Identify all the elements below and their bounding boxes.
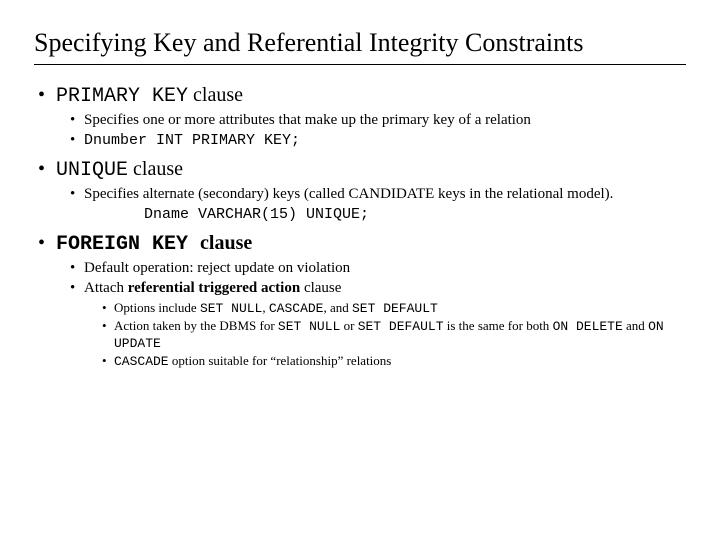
- sublist: Default operation: reject update on viol…: [70, 259, 686, 371]
- slide-title: Specifying Key and Referential Integrity…: [34, 28, 686, 58]
- text: Action taken by the DBMS for: [114, 318, 278, 333]
- text: clause: [188, 84, 243, 106]
- bullet-primary-key: PRIMARY KEY clause Specifies one or more…: [38, 83, 686, 151]
- text: clause: [200, 232, 252, 254]
- sub-item: Attach referential triggered action clau…: [70, 279, 686, 371]
- sublist: Specifies alternate (secondary) keys (ca…: [70, 185, 686, 226]
- text: is the same for both: [444, 318, 553, 333]
- subsub-item: Options include SET NULL, CASCADE, and S…: [102, 300, 686, 317]
- text: and: [623, 318, 648, 333]
- title-rule: [34, 64, 686, 65]
- code-foreign-key: FOREIGN KEY: [56, 233, 200, 256]
- text: Attach: [84, 280, 128, 296]
- subsub-item: CASCADE option suitable for “relationshi…: [102, 353, 686, 370]
- sub-item: Dnumber INT PRIMARY KEY;: [70, 131, 686, 151]
- code: CASCADE: [269, 301, 324, 316]
- code: SET NULL: [200, 301, 262, 316]
- bullet-list: PRIMARY KEY clause Specifies one or more…: [38, 83, 686, 371]
- text: clause: [128, 158, 183, 180]
- example-line: Dname VARCHAR(15) UNIQUE;: [144, 205, 686, 225]
- sub-item: Specifies one or more attributes that ma…: [70, 111, 686, 130]
- code-example: Dnumber INT PRIMARY KEY;: [84, 132, 300, 149]
- code-primary-key: PRIMARY KEY: [56, 85, 188, 108]
- sub-item: Default operation: reject update on viol…: [70, 259, 686, 278]
- text: clause: [300, 280, 341, 296]
- bullet-unique: UNIQUE clause Specifies alternate (secon…: [38, 157, 686, 226]
- text: or: [340, 318, 357, 333]
- text: , and: [323, 300, 352, 315]
- bold-text: referential triggered action: [128, 280, 300, 296]
- code: SET DEFAULT: [358, 319, 444, 334]
- sublist: Specifies one or more attributes that ma…: [70, 111, 686, 151]
- code-example: Dname VARCHAR(15) UNIQUE;: [144, 206, 369, 223]
- sub-item: Specifies alternate (secondary) keys (ca…: [70, 185, 686, 226]
- code-unique: UNIQUE: [56, 159, 128, 182]
- text: option suitable for “relationship” relat…: [169, 353, 392, 368]
- slide: Specifying Key and Referential Integrity…: [0, 0, 720, 397]
- text: Specifies alternate (secondary) keys (ca…: [84, 186, 613, 202]
- code: SET DEFAULT: [352, 301, 438, 316]
- subsub-item: Action taken by the DBMS for SET NULL or…: [102, 318, 686, 353]
- subsublist: Options include SET NULL, CASCADE, and S…: [102, 300, 686, 371]
- text: Options include: [114, 300, 200, 315]
- bullet-foreign-key: FOREIGN KEY clause Default operation: re…: [38, 231, 686, 371]
- code: SET NULL: [278, 319, 340, 334]
- code: CASCADE: [114, 354, 169, 369]
- code: ON DELETE: [553, 319, 623, 334]
